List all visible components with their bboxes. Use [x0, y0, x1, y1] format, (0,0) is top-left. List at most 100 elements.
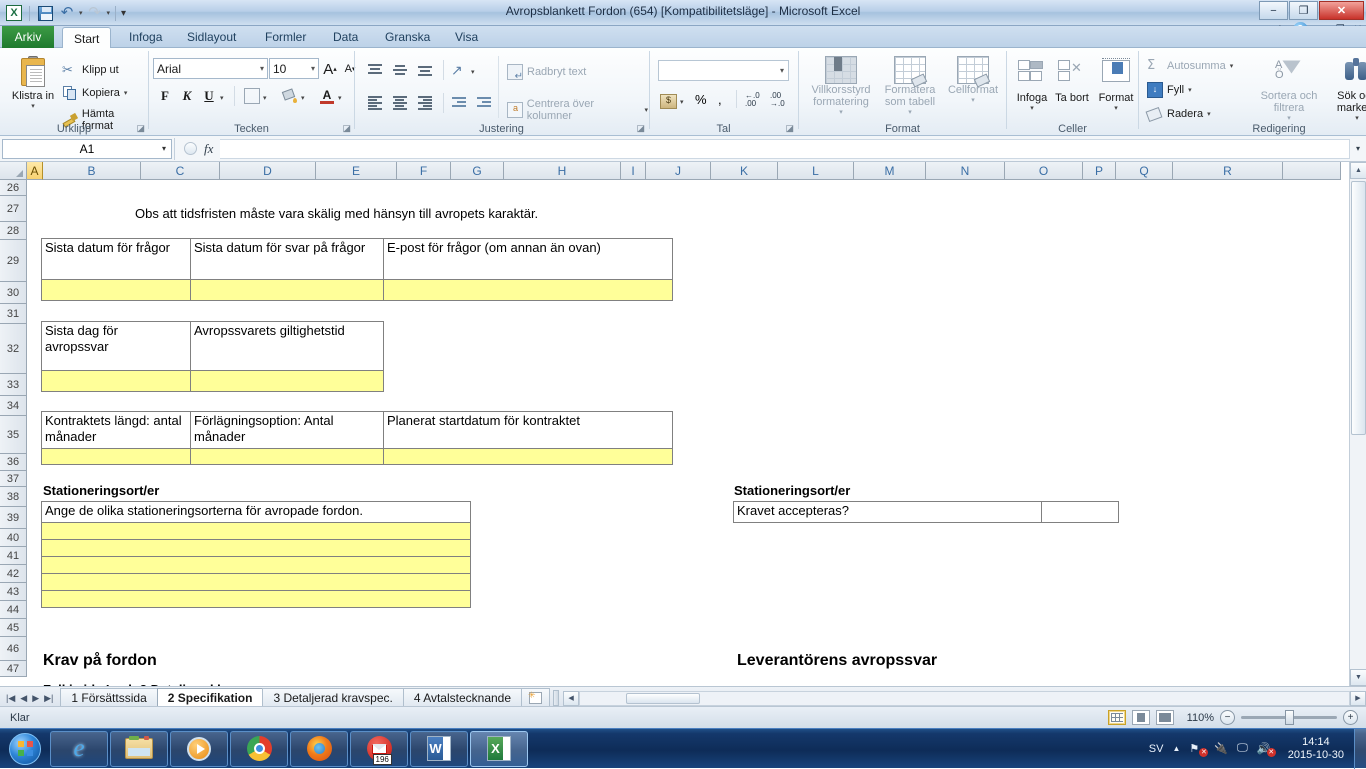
- table1-input-2[interactable]: [190, 279, 384, 301]
- page-break-view-button[interactable]: [1156, 710, 1174, 725]
- row-header-37[interactable]: 37: [0, 471, 27, 487]
- fill-color-dropdown-icon[interactable]: ▾: [301, 94, 305, 102]
- column-header-B[interactable]: B: [43, 162, 141, 180]
- font-name-dropdown-icon[interactable]: ▾: [260, 64, 264, 73]
- tab-split-handle[interactable]: [553, 690, 560, 706]
- row-header-42[interactable]: 42: [0, 565, 27, 583]
- borders-button[interactable]: [244, 88, 260, 104]
- formula-bar-buttons[interactable]: fx: [177, 141, 220, 157]
- row-header-32[interactable]: 32: [0, 324, 27, 374]
- tab-granska[interactable]: Granska: [374, 26, 441, 48]
- paste-button[interactable]: Klistra in ▾: [6, 56, 60, 110]
- table3-input-3[interactable]: [383, 448, 673, 465]
- table1-input-1[interactable]: [41, 279, 191, 301]
- column-header-partial[interactable]: [1283, 162, 1341, 180]
- column-header-D[interactable]: D: [220, 162, 316, 180]
- start-button[interactable]: [2, 731, 48, 767]
- taskbar-media-player[interactable]: [170, 730, 228, 767]
- display-icon[interactable]: 🖵: [1237, 742, 1248, 755]
- window-controls[interactable]: − ❐ ✕: [1259, 1, 1364, 20]
- font-color-button[interactable]: A: [319, 88, 335, 104]
- row-header-36[interactable]: 36: [0, 454, 27, 471]
- first-sheet-icon[interactable]: |◀: [6, 693, 15, 704]
- column-header-M[interactable]: M: [854, 162, 926, 180]
- column-header-C[interactable]: C: [141, 162, 220, 180]
- tab-infoga[interactable]: Infoga: [118, 26, 173, 48]
- column-header-I[interactable]: I: [621, 162, 646, 180]
- taskbar-google-chrome[interactable]: [230, 730, 288, 767]
- row-header-41[interactable]: 41: [0, 547, 27, 565]
- cell-styles-dropdown-icon[interactable]: ▾: [971, 96, 975, 104]
- font-size-dropdown-icon[interactable]: ▾: [311, 64, 315, 73]
- expand-formula-bar-icon[interactable]: ▾: [1350, 139, 1366, 159]
- align-center-icon[interactable]: [392, 95, 408, 111]
- sort-filter-dropdown-icon[interactable]: ▾: [1287, 114, 1291, 122]
- column-header-P[interactable]: P: [1083, 162, 1116, 180]
- taskbar-clock[interactable]: 14:14 2015-10-30: [1282, 736, 1350, 762]
- borders-dropdown-icon[interactable]: ▾: [263, 94, 267, 102]
- column-header-E[interactable]: E: [316, 162, 397, 180]
- find-select-dropdown-icon[interactable]: ▾: [1355, 114, 1359, 122]
- table3-input-2[interactable]: [190, 448, 384, 465]
- cell-note-row27[interactable]: Obs att tidsfristen måste vara skälig me…: [135, 206, 635, 222]
- alignment-dialog-launcher-icon[interactable]: ◪: [636, 123, 645, 134]
- format-as-table-button[interactable]: Formatera som tabell ▾: [879, 56, 941, 116]
- hscroll-right-button[interactable]: ▶: [1350, 690, 1366, 706]
- align-bottom-icon[interactable]: [417, 62, 433, 78]
- orientation-dropdown-icon[interactable]: ▾: [471, 68, 475, 76]
- normal-view-button[interactable]: [1108, 710, 1126, 725]
- next-sheet-icon[interactable]: ▶: [32, 693, 39, 704]
- row-header-44[interactable]: 44: [0, 601, 27, 619]
- row-header-29[interactable]: 29: [0, 240, 27, 282]
- clear-button[interactable]: Radera ▾: [1145, 106, 1211, 123]
- taskbar-windows-explorer[interactable]: [110, 730, 168, 767]
- conditional-dropdown-icon[interactable]: ▾: [839, 108, 843, 116]
- decrease-indent-icon[interactable]: [451, 95, 467, 111]
- restore-button[interactable]: ❐: [1289, 1, 1318, 20]
- page-layout-view-button[interactable]: [1132, 710, 1150, 725]
- row-header-30[interactable]: 30: [0, 282, 27, 304]
- sort-filter-button[interactable]: A Ö Sortera och filtrera ▾: [1255, 56, 1323, 122]
- column-header-L[interactable]: L: [778, 162, 854, 180]
- row-header-27[interactable]: 27: [0, 196, 27, 222]
- insert-function-icon[interactable]: fx: [204, 141, 213, 157]
- row-header-26[interactable]: 26: [0, 180, 27, 196]
- row-header-38[interactable]: 38: [0, 487, 27, 507]
- zoom-slider[interactable]: [1241, 710, 1337, 725]
- tab-formler[interactable]: Formler: [254, 26, 317, 48]
- system-tray[interactable]: SV ▲ ⚑ ✕ 🔌 🖵 🔊 ✕ 14:14 2015-10-30: [1149, 736, 1354, 762]
- spreadsheet-grid[interactable]: A B C D E F G H I J K L M N O P Q R 26 2…: [0, 162, 1366, 686]
- font-color-dropdown-icon[interactable]: ▾: [338, 94, 342, 102]
- autosum-dropdown-icon[interactable]: ▾: [1230, 62, 1234, 70]
- show-desktop-button[interactable]: [1354, 728, 1366, 769]
- row-header-43[interactable]: 43: [0, 583, 27, 601]
- tab-arkiv[interactable]: Arkiv: [2, 26, 54, 48]
- autosum-button[interactable]: Σ Autosumma ▾: [1147, 58, 1233, 74]
- stationering-input-5[interactable]: [41, 590, 471, 608]
- stationering-input-2[interactable]: [41, 539, 471, 557]
- horizontal-scroll-thumb[interactable]: [626, 692, 701, 704]
- row-header-39[interactable]: 39: [0, 507, 27, 529]
- align-top-icon[interactable]: [367, 62, 383, 78]
- taskbar-internet-explorer[interactable]: e: [50, 730, 108, 767]
- table2-input-1[interactable]: [41, 370, 191, 392]
- new-sheet-icon[interactable]: ✳: [521, 688, 551, 706]
- prev-sheet-icon[interactable]: ◀: [20, 693, 27, 704]
- decrease-decimal-icon[interactable]: .00 →.0: [770, 92, 785, 108]
- column-header-H[interactable]: H: [504, 162, 621, 180]
- row-header-46[interactable]: 46: [0, 637, 27, 661]
- column-header-O[interactable]: O: [1005, 162, 1083, 180]
- table2-input-2[interactable]: [190, 370, 384, 392]
- last-sheet-icon[interactable]: ▶|: [44, 693, 53, 704]
- tab-data[interactable]: Data: [322, 26, 369, 48]
- sheet-tab-3-detaljerad-kravspec[interactable]: 3 Detaljerad kravspec.: [262, 688, 404, 706]
- table3-input-1[interactable]: [41, 448, 191, 465]
- name-box[interactable]: A1 ▾: [2, 138, 172, 159]
- row-header-28[interactable]: 28: [0, 222, 27, 240]
- sheet-navigation-buttons[interactable]: |◀ ◀ ▶ ▶|: [0, 693, 60, 706]
- row-header-47[interactable]: 47: [0, 661, 27, 677]
- increase-indent-icon[interactable]: [476, 95, 492, 111]
- windows-taskbar[interactable]: e 196 W X SV ▲ ⚑ ✕ 🔌 🖵 🔊 ✕ 14:14 2015-10…: [0, 728, 1366, 769]
- power-icon[interactable]: 🔌: [1214, 742, 1228, 755]
- currency-button[interactable]: $: [660, 92, 677, 109]
